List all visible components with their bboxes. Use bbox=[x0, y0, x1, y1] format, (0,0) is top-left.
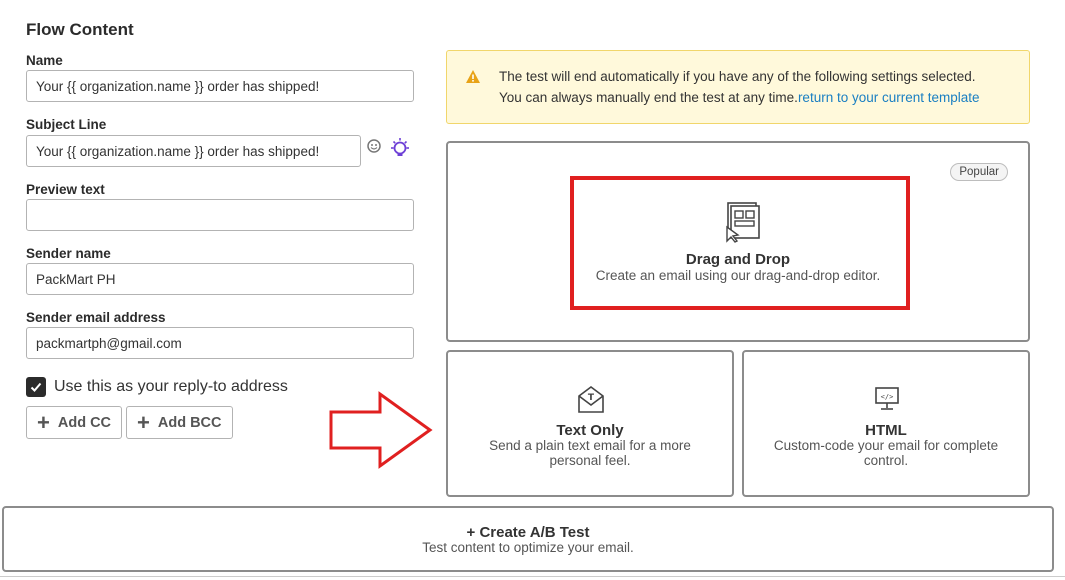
preview-label: Preview text bbox=[26, 182, 105, 197]
text-only-card[interactable]: T Text Only Send a plain text email for … bbox=[446, 350, 734, 497]
alert-text-line2-body: You can always manually end the test at … bbox=[499, 90, 798, 105]
alert-text-line1: The test will end automatically if you h… bbox=[499, 69, 976, 84]
section-title: Flow Content bbox=[26, 20, 134, 39]
return-to-template-link[interactable]: return to your current template bbox=[798, 90, 980, 105]
ab-test-desc: Test content to optimize your email. bbox=[422, 540, 634, 555]
reply-to-label[interactable]: Use this as your reply-to address bbox=[54, 378, 288, 396]
ab-test-title: + Create A/B Test bbox=[466, 524, 590, 541]
add-cc-label: Add CC bbox=[57, 414, 112, 431]
sender-name-label: Sender name bbox=[26, 246, 111, 261]
alert-text-line2: You can always manually end the test at … bbox=[499, 90, 980, 105]
warning-icon bbox=[466, 70, 480, 83]
svg-text:</>: </> bbox=[881, 393, 894, 401]
text-only-title: Text Only bbox=[556, 422, 624, 439]
preview-input[interactable] bbox=[26, 199, 414, 231]
add-bcc-label: Add BCC bbox=[157, 414, 222, 431]
sender-email-input[interactable] bbox=[26, 327, 414, 359]
checkmark-icon bbox=[30, 382, 42, 392]
html-desc: Custom-code your email for complete cont… bbox=[773, 438, 999, 468]
sender-name-input[interactable] bbox=[26, 263, 414, 295]
envelope-text-icon: T bbox=[578, 386, 604, 413]
name-label: Name bbox=[26, 53, 63, 68]
annotation-arrow bbox=[329, 391, 433, 469]
plus-icon: + bbox=[37, 409, 50, 435]
popular-badge: Popular bbox=[950, 163, 1008, 181]
code-monitor-icon: </> bbox=[875, 387, 899, 410]
lightbulb-icon[interactable] bbox=[389, 137, 411, 161]
create-ab-test-card[interactable]: + Create A/B Test Test content to optimi… bbox=[2, 506, 1054, 572]
annotation-highlight-box bbox=[570, 176, 910, 310]
text-only-desc: Send a plain text email for a more perso… bbox=[489, 438, 691, 468]
sender-email-label: Sender email address bbox=[26, 310, 166, 325]
html-card[interactable]: </> HTML Custom-code your email for comp… bbox=[742, 350, 1030, 497]
svg-text:T: T bbox=[588, 393, 595, 403]
add-bcc-button[interactable]: + Add BCC bbox=[126, 406, 233, 439]
name-input[interactable] bbox=[26, 70, 414, 102]
html-title: HTML bbox=[865, 422, 907, 439]
ab-test-alert: The test will end automatically if you h… bbox=[446, 50, 1030, 124]
subject-input[interactable] bbox=[26, 135, 361, 167]
emoji-icon[interactable] bbox=[367, 139, 381, 153]
subject-label: Subject Line bbox=[26, 117, 107, 132]
bottom-divider bbox=[0, 576, 1065, 580]
plus-icon: + bbox=[137, 409, 150, 435]
add-cc-button[interactable]: + Add CC bbox=[26, 406, 123, 439]
reply-to-checkbox[interactable] bbox=[26, 377, 46, 397]
